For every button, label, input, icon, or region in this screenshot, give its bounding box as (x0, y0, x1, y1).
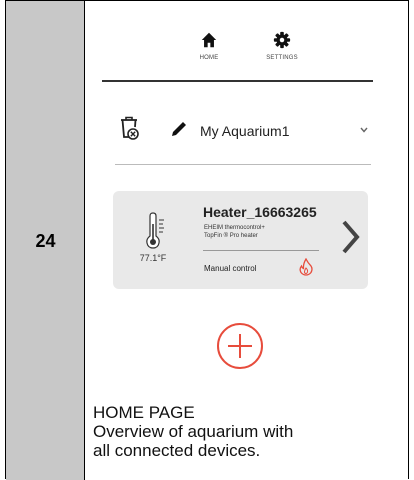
selector-underline (115, 164, 371, 165)
delete-aquarium-icon[interactable] (118, 115, 140, 141)
thermometer-icon (146, 212, 164, 249)
device-divider (203, 250, 319, 251)
instruction-table-row: 24 HOME SETTINGS My Aquarium1 77.1°F Hea… (5, 0, 409, 480)
tab-settings[interactable]: SETTINGS (252, 31, 312, 61)
caption-line2: all connected devices. (93, 441, 261, 460)
aquarium-name-dropdown[interactable]: My Aquarium1 (200, 123, 289, 139)
step-description: HOME PAGE Overview of aquarium with all … (93, 403, 403, 460)
device-card-heater[interactable]: 77.1°F Heater_16663265 EHEIM thermocontr… (113, 191, 368, 289)
top-nav: HOME SETTINGS (104, 31, 372, 79)
step-number: 24 (35, 231, 56, 251)
tab-home-label: HOME (199, 55, 219, 61)
tab-home[interactable]: HOME (179, 31, 239, 61)
device-temperature: 77.1°F (139, 253, 167, 263)
chevron-down-icon[interactable] (360, 127, 368, 133)
device-model: EHEIM thermocontrol+ TopFin ® Pro heater (204, 224, 334, 240)
caption-line1: Overview of aquarium with (93, 422, 294, 441)
device-mode: Manual control (204, 264, 257, 273)
tab-settings-label: SETTINGS (266, 55, 298, 61)
add-device-button[interactable] (215, 321, 265, 371)
device-model-line1: EHEIM thermocontrol+ (204, 225, 265, 231)
flame-icon (299, 258, 313, 276)
caption-title: HOME PAGE (93, 403, 195, 422)
nav-underline (102, 80, 373, 82)
device-name: Heater_16663265 (203, 204, 317, 220)
chevron-right-icon[interactable] (341, 219, 361, 255)
step-column: 24 (6, 1, 85, 480)
device-model-line2: TopFin ® Pro heater (204, 233, 258, 239)
aquarium-selector-row: My Aquarium1 (110, 113, 370, 153)
edit-pencil-icon[interactable] (169, 119, 189, 139)
home-icon (201, 32, 217, 48)
screenshot-column: HOME SETTINGS My Aquarium1 77.1°F Heater… (85, 1, 409, 480)
gear-icon (273, 31, 291, 49)
